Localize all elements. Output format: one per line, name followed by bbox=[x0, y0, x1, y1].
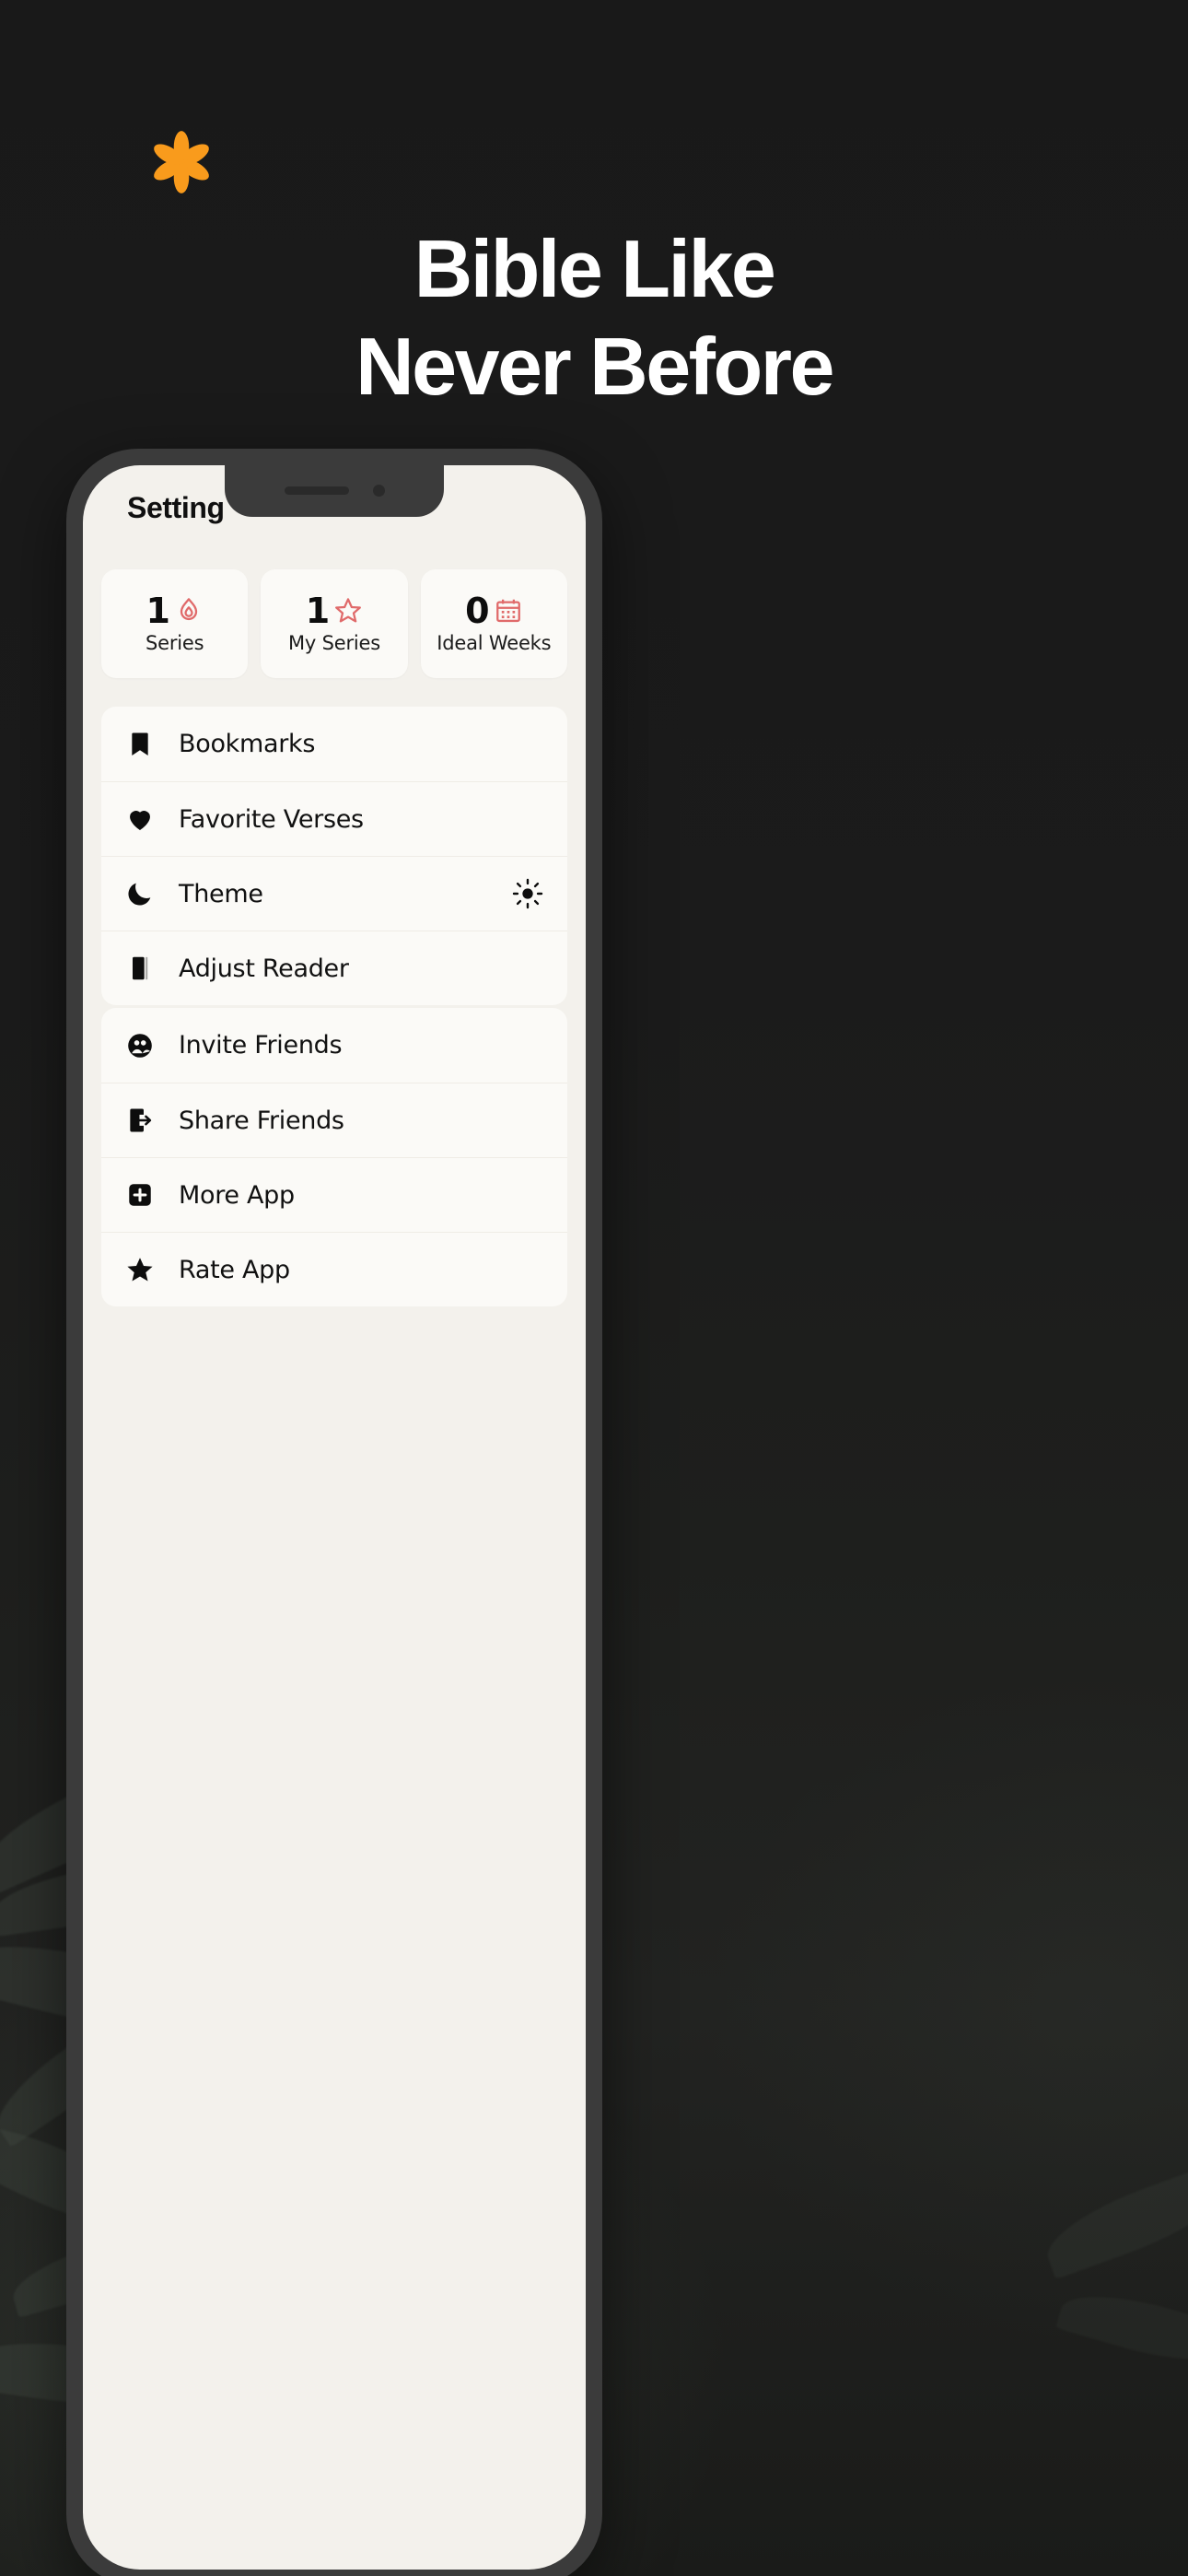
phone-notch bbox=[225, 465, 444, 517]
phone-screen: Setting 1 Series 1 My Series 0 Ideal Wee… bbox=[83, 465, 586, 2570]
menu-item-rate-app[interactable]: Rate App bbox=[101, 1232, 567, 1306]
phone-mockup: Setting 1 Series 1 My Series 0 Ideal Wee… bbox=[66, 449, 602, 2576]
share-phone-icon bbox=[130, 1108, 152, 1132]
star-filled-icon bbox=[127, 1258, 153, 1282]
plus-square-icon bbox=[129, 1184, 151, 1206]
menu-item-label: More App bbox=[179, 1180, 295, 1210]
headline-line-2: Never Before bbox=[355, 321, 834, 412]
app-store-promo-screenshot: Bible Like Never Before Setting 1 Series… bbox=[0, 0, 1188, 2576]
menu-item-label: Invite Friends bbox=[179, 1031, 343, 1060]
stat-label: My Series bbox=[287, 632, 380, 654]
star-outline-icon bbox=[335, 598, 362, 623]
page-title: Bible Like Never Before bbox=[0, 228, 1188, 407]
earpiece-speaker-icon bbox=[284, 486, 349, 495]
front-camera-icon bbox=[372, 484, 385, 497]
people-circle-icon bbox=[128, 1033, 152, 1058]
menu-item-label: Bookmarks bbox=[179, 730, 316, 758]
stat-label: Ideal Weeks bbox=[437, 632, 552, 654]
menu-item-label: Favorite Verses bbox=[179, 804, 364, 834]
asterisk-flower-logo-icon bbox=[148, 129, 215, 195]
screen-title: Setting bbox=[127, 491, 225, 524]
moon-icon bbox=[128, 883, 151, 906]
menu-item-theme[interactable]: Theme bbox=[101, 856, 567, 931]
sun-icon[interactable] bbox=[512, 878, 543, 909]
stat-card-series[interactable]: 1 Series bbox=[101, 569, 249, 678]
stat-card-my-series[interactable]: 1 My Series bbox=[261, 569, 408, 678]
stat-value: 1 bbox=[146, 591, 170, 631]
menu-item-label: Share Friends bbox=[179, 1106, 344, 1135]
stat-value: 0 bbox=[465, 591, 490, 631]
decorative-leaf bbox=[1037, 2160, 1188, 2280]
stats-row: 1 Series 1 My Series 0 Ideal Weeks bbox=[83, 569, 586, 678]
menu-item-more-app[interactable]: More App bbox=[101, 1157, 567, 1232]
stat-top: 1 bbox=[146, 593, 203, 628]
flame-icon bbox=[180, 598, 198, 620]
decorative-leaf bbox=[1055, 2279, 1188, 2377]
social-menu-group: Invite Friends Share Friends More App Ra… bbox=[101, 1008, 567, 1306]
stat-card-ideal-weeks[interactable]: 0 Ideal Weeks bbox=[420, 569, 567, 678]
headline-line-1: Bible Like bbox=[413, 223, 776, 314]
stat-top: 0 bbox=[465, 593, 522, 628]
menu-item-share-friends[interactable]: Share Friends bbox=[101, 1083, 567, 1157]
calendar-icon bbox=[495, 599, 520, 623]
library-menu-group: Bookmarks Favorite Verses Theme Adjust R… bbox=[101, 707, 567, 1005]
menu-item-favorite-verses[interactable]: Favorite Verses bbox=[101, 781, 567, 856]
menu-item-label: Adjust Reader bbox=[179, 954, 349, 983]
menu-item-label: Rate App bbox=[179, 1255, 290, 1284]
book-reader-icon bbox=[133, 956, 148, 980]
menu-item-invite-friends[interactable]: Invite Friends bbox=[101, 1008, 567, 1083]
stat-top: 1 bbox=[306, 593, 363, 628]
bookmark-icon bbox=[132, 732, 148, 755]
stat-label: Series bbox=[145, 632, 204, 654]
menu-item-adjust-reader[interactable]: Adjust Reader bbox=[101, 931, 567, 1005]
stat-value: 1 bbox=[305, 591, 331, 631]
heart-icon bbox=[130, 811, 150, 830]
menu-item-label: Theme bbox=[179, 879, 263, 908]
menu-item-bookmarks[interactable]: Bookmarks bbox=[101, 707, 567, 781]
